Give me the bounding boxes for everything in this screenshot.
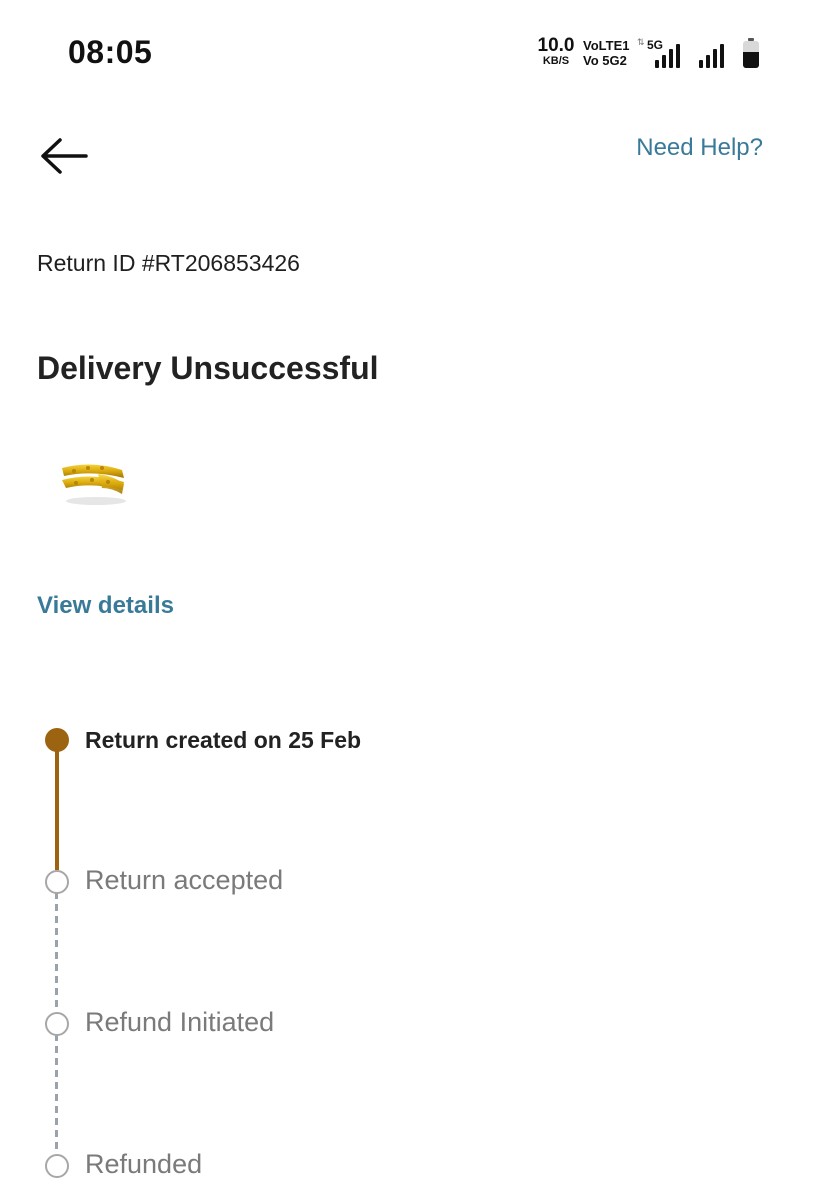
arrow-left-icon [41, 138, 88, 174]
volte-line-1: VoLTE1 [583, 38, 630, 53]
data-arrows-icon: ⇅ [637, 37, 645, 47]
timeline-step-label: Return accepted [85, 865, 284, 895]
status-indicators: 10.0 KB/S VoLTE1 Vo 5G2 ⇅ 5G [533, 36, 773, 72]
view-details-link[interactable]: View details [37, 592, 174, 620]
gold-ring-icon [62, 464, 126, 505]
signal-sim1: ⇅ 5G [637, 38, 687, 70]
timeline-step-dot-done [45, 728, 69, 752]
back-button[interactable] [36, 132, 92, 182]
network-speed-value: 10.0 [537, 35, 575, 56]
timeline-step-label: Refund Initiated [85, 1007, 275, 1037]
timeline-step-dot-pending [45, 1154, 69, 1178]
return-timeline: Return created on 25 Feb Return accepted… [0, 700, 827, 1200]
timeline-step-label: Refunded [85, 1149, 203, 1179]
status-time: 08:05 [68, 34, 153, 70]
timeline-step-label: Return created on 25 Feb [85, 727, 362, 753]
status-bar: 08:05 10.0 KB/S VoLTE1 Vo 5G2 ⇅ 5G [0, 0, 827, 100]
volte-indicator: VoLTE1 Vo 5G2 [583, 39, 631, 67]
return-status-title: Delivery Unsuccessful [37, 350, 379, 386]
battery-icon [743, 38, 759, 68]
network-speed-unit: KB/S [542, 55, 570, 67]
timeline-pending-line [55, 1034, 58, 1152]
timeline-step-dot-pending [45, 1012, 69, 1036]
network-speed: 10.0 KB/S [533, 36, 579, 67]
need-help-link[interactable]: Need Help? [636, 134, 763, 162]
product-image[interactable] [52, 446, 136, 516]
volte-line-2: Vo 5G2 [583, 53, 627, 68]
return-id: Return ID #RT206853426 [37, 250, 300, 276]
timeline-progress-line [55, 740, 59, 870]
signal-sim2-icon [699, 44, 729, 68]
timeline-step-dot-pending [45, 870, 69, 894]
signal-bars-icon [655, 44, 685, 68]
timeline-pending-line [55, 892, 58, 1010]
